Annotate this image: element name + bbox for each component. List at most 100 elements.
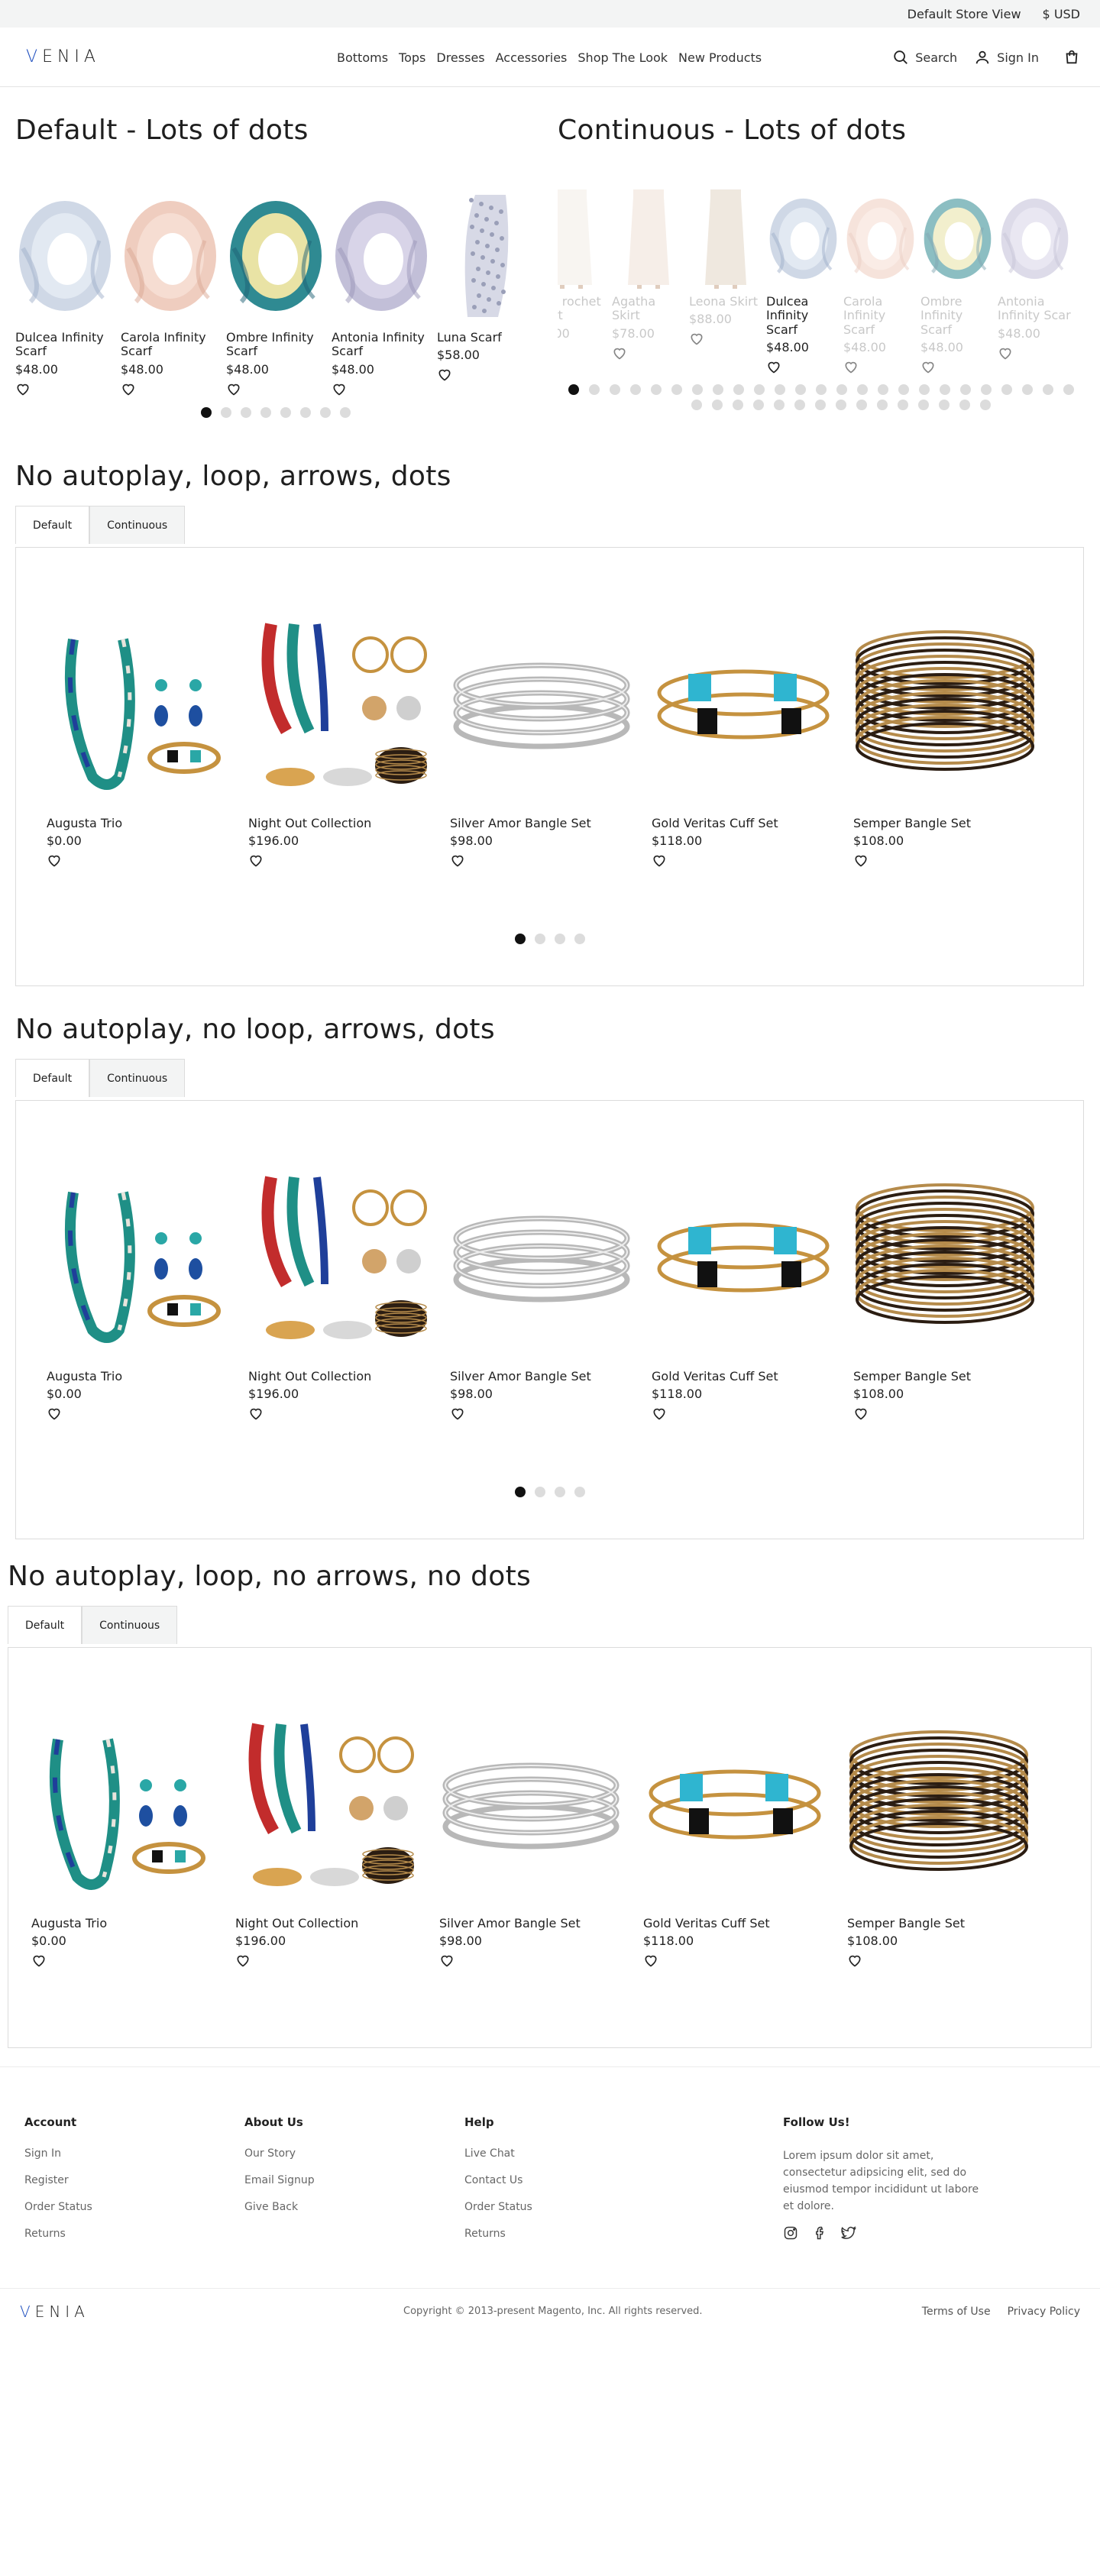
product-card[interactable]: Leona Skirt $88.00 — [689, 187, 762, 349]
carousel-dot[interactable] — [898, 400, 908, 410]
carousel-dot[interactable] — [610, 384, 620, 395]
carousel-dot[interactable] — [775, 384, 785, 395]
heart-icon[interactable] — [47, 1406, 62, 1421]
carousel-dot[interactable] — [534, 934, 545, 944]
product-card[interactable]: Augusta Trio $0.00 — [31, 1701, 215, 1971]
terms-link[interactable]: Terms of Use — [922, 2306, 991, 2318]
product-name[interactable]: Silver Amor Bangle Set — [450, 816, 633, 830]
product-name[interactable]: Luna Scarf — [437, 330, 536, 345]
product-name[interactable]: Ombre Infinity Scarf — [920, 294, 994, 337]
footer-link-order-status[interactable]: Order Status — [24, 2201, 92, 2213]
carousel-dot[interactable] — [691, 400, 702, 410]
product-card[interactable]: Semper Bangle Set $108.00 — [847, 1701, 1030, 1971]
footer-link-returns[interactable]: Returns — [24, 2228, 92, 2240]
product-card[interactable]: Augusta Trio $0.00 — [47, 1154, 230, 1424]
carousel-dot[interactable] — [651, 384, 662, 395]
product-card[interactable]: Semper Bangle Set $108.00 — [853, 601, 1037, 871]
store-switcher[interactable]: Default Store View — [907, 7, 1021, 21]
product-name[interactable]: Agatha Skirt — [612, 294, 685, 323]
carousel-dot[interactable] — [1022, 384, 1033, 395]
carousel-dot[interactable] — [939, 400, 950, 410]
carousel-dot[interactable] — [574, 1487, 585, 1497]
heart-icon[interactable] — [121, 381, 136, 396]
product-card[interactable]: Augusta Trio $0.00 — [47, 601, 230, 871]
footer-logo[interactable]: VENIA — [20, 2303, 89, 2321]
carousel-dot[interactable] — [753, 400, 764, 410]
carousel-dot[interactable] — [320, 407, 331, 418]
heart-icon[interactable] — [920, 359, 936, 374]
carousel-dot[interactable] — [241, 407, 251, 418]
carousel-dot[interactable] — [589, 384, 600, 395]
carousel-dot[interactable] — [754, 384, 765, 395]
footer-link-live-chat[interactable]: Live Chat — [464, 2147, 532, 2160]
carousel-dot[interactable] — [260, 407, 271, 418]
product-card[interactable]: Gold Veritas Cuff Set $118.00 — [643, 1701, 827, 1971]
product-name[interactable]: Leona Skirt — [689, 294, 762, 309]
carousel-dot[interactable] — [340, 407, 351, 418]
carousel-dot[interactable] — [836, 400, 846, 410]
facebook-icon[interactable] — [812, 2225, 827, 2241]
product-name[interactable]: Augusta Trio — [31, 1916, 215, 1930]
carousel-dot[interactable] — [1001, 384, 1012, 395]
product-card[interactable]: Semper Bangle Set $108.00 — [853, 1154, 1037, 1424]
heart-icon[interactable] — [689, 331, 704, 346]
currency-switcher[interactable]: $ USD — [1043, 7, 1080, 21]
carousel-dot[interactable] — [898, 384, 909, 395]
nav-tops[interactable]: Tops — [399, 50, 425, 65]
heart-icon[interactable] — [652, 853, 667, 868]
product-card[interactable]: Silver Amor Bangle Set $98.00 — [439, 1701, 623, 1971]
product-name[interactable]: Ombre Infinity Scarf — [226, 330, 325, 359]
heart-icon[interactable] — [612, 345, 627, 361]
heart-icon[interactable] — [853, 1406, 869, 1421]
heart-icon[interactable] — [652, 1406, 667, 1421]
footer-link-our-story[interactable]: Our Story — [244, 2147, 315, 2160]
heart-icon[interactable] — [332, 381, 347, 396]
footer-link-email-signup[interactable]: Email Signup — [244, 2174, 315, 2186]
nav-shop-the-look[interactable]: Shop The Look — [578, 50, 668, 65]
product-card[interactable]: Gold Veritas Cuff Set $118.00 — [652, 1154, 835, 1424]
nav-accessories[interactable]: Accessories — [496, 50, 568, 65]
product-card[interactable]: Night Out Collection $196.00 — [248, 1154, 432, 1424]
carousel-dot[interactable] — [959, 400, 970, 410]
carousel-dot[interactable] — [1043, 384, 1053, 395]
product-card[interactable]: Silver Amor Bangle Set $98.00 — [450, 601, 633, 871]
instagram-icon[interactable] — [783, 2225, 798, 2241]
footer-link-returns[interactable]: Returns — [464, 2228, 532, 2240]
carousel-dot[interactable] — [940, 384, 950, 395]
carousel-dot[interactable] — [795, 384, 806, 395]
carousel-dot[interactable] — [514, 934, 526, 944]
product-name[interactable]: Silver Amor Bangle Set — [450, 1369, 633, 1383]
product-name[interactable]: Carola Infinity Scarf — [121, 330, 220, 359]
carousel-dot[interactable] — [554, 1487, 565, 1497]
tab-default[interactable]: Default — [15, 1059, 90, 1097]
carousel-dot[interactable] — [816, 384, 827, 395]
product-card[interactable]: Silver Amor Bangle Set $98.00 — [450, 1154, 633, 1424]
carousel-dot[interactable] — [574, 934, 585, 944]
carousel-dot[interactable] — [514, 1487, 526, 1497]
product-name[interactable]: Antonia Infinity Scarf — [332, 330, 431, 359]
carousel-dot[interactable] — [918, 400, 929, 410]
carousel-dot[interactable] — [671, 384, 682, 395]
carousel-dot[interactable] — [713, 384, 723, 395]
product-name[interactable]: Gold Veritas Cuff Set — [652, 1369, 835, 1383]
product-name[interactable]: Carola Infinity Scarf — [843, 294, 917, 337]
heart-icon[interactable] — [766, 359, 781, 374]
logo[interactable]: VENIA — [26, 47, 100, 66]
product-card[interactable]: Ombre Infinity Scarf $48.00 — [920, 187, 994, 377]
product-card[interactable]: Carola Infinity Scarf $48.00 — [121, 187, 220, 400]
heart-icon[interactable] — [843, 359, 859, 374]
carousel-dot[interactable] — [980, 400, 991, 410]
product-card[interactable]: aria rochet Skirt 98.00 — [558, 187, 608, 364]
carousel-dot[interactable] — [534, 1487, 545, 1497]
tab-continuous[interactable]: Continuous — [89, 506, 186, 544]
heart-icon[interactable] — [47, 853, 62, 868]
nav-bottoms[interactable]: Bottoms — [337, 50, 388, 65]
carousel-dot[interactable] — [733, 384, 744, 395]
footer-link-register[interactable]: Register — [24, 2174, 92, 2186]
product-card[interactable]: Night Out Collection $196.00 — [235, 1701, 419, 1971]
carousel-dot[interactable] — [568, 384, 579, 395]
product-name[interactable]: Dulcea Infinity Scarf — [15, 330, 115, 359]
product-name[interactable]: Antonia Infinity Scar — [998, 294, 1071, 323]
sign-in-button[interactable]: Sign In — [974, 49, 1039, 66]
carousel-dot[interactable] — [815, 400, 826, 410]
